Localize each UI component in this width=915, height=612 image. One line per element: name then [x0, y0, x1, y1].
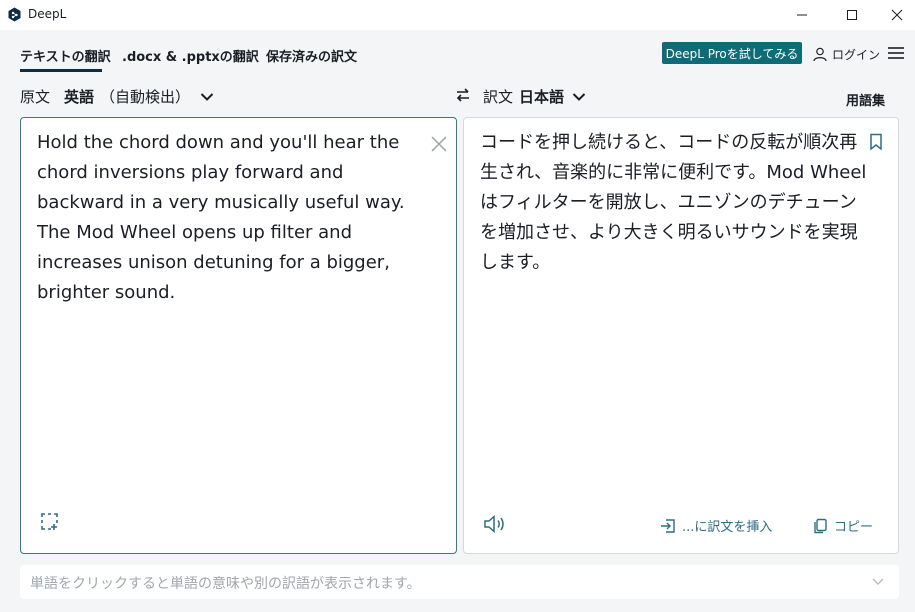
chevron-down-icon[interactable]	[871, 574, 885, 588]
chevron-down-icon	[572, 92, 586, 101]
source-text-input[interactable]: Hold the chord down and you'll hear the …	[37, 128, 422, 308]
translation-text: コードを押し続けると、コードの反転が順次再生され、音楽的に非常に便利です。Mod…	[480, 132, 867, 273]
area-select-icon[interactable]	[41, 513, 59, 531]
clear-text-icon[interactable]	[430, 135, 448, 153]
tab-document-translation[interactable]: .docx & .pptxの翻訳	[122, 46, 259, 65]
dictionary-bar[interactable]: 単語をクリックすると単語の意味や別の訳語が表示されます。	[20, 565, 899, 599]
source-label: 原文	[20, 88, 51, 106]
dictionary-placeholder: 単語をクリックすると単語の意味や別の訳語が表示されます。	[30, 576, 421, 592]
copy-button[interactable]: コピー	[812, 516, 873, 535]
title-bar: DeepL	[0, 0, 915, 30]
close-window-button[interactable]	[874, 0, 915, 30]
tab-text-translation[interactable]: テキストの翻訳	[20, 46, 111, 65]
chevron-down-icon	[200, 92, 214, 101]
close-icon	[891, 9, 903, 21]
user-icon	[813, 47, 827, 62]
target-language-selector[interactable]: 訳文 日本語	[483, 86, 586, 107]
auto-detect-label: （自動検出）	[100, 88, 191, 106]
bookmark-icon[interactable]	[869, 133, 883, 151]
language-bar: 原文 英語 （自動検出） 訳文 日本語 用語集	[0, 80, 915, 114]
copy-label: コピー	[834, 520, 874, 535]
source-language: 英語	[64, 88, 95, 106]
maximize-icon	[847, 10, 857, 20]
source-text-panel[interactable]: Hold the chord down and you'll hear the …	[20, 117, 457, 554]
try-pro-button[interactable]: DeepL Proを試してみる	[662, 42, 802, 64]
swap-languages-icon[interactable]	[455, 87, 471, 103]
target-language: 日本語	[519, 88, 565, 106]
copy-icon	[814, 518, 827, 533]
login-button[interactable]: ログイン	[812, 44, 880, 64]
app-title: DeepL	[28, 7, 67, 21]
minimize-icon	[797, 14, 807, 16]
tab-saved-translations[interactable]: 保存済みの訳文	[266, 46, 357, 65]
insert-translation-button[interactable]: ...に訳文を挿入	[660, 516, 772, 535]
maximize-button[interactable]	[829, 0, 875, 30]
insert-label: ...に訳文を挿入	[682, 520, 773, 535]
login-label: ログイン	[832, 47, 881, 62]
deepl-logo-icon	[8, 7, 21, 22]
target-label: 訳文	[483, 88, 514, 106]
glossary-button[interactable]: 用語集	[846, 90, 885, 109]
top-nav: テキストの翻訳 .docx & .pptxの翻訳 保存済みの訳文 DeepL P…	[0, 30, 915, 74]
minimize-button[interactable]	[779, 0, 825, 30]
active-tab-indicator	[20, 69, 102, 72]
speaker-icon[interactable]	[483, 514, 507, 534]
insert-icon	[661, 518, 675, 533]
hamburger-menu-icon[interactable]	[887, 45, 905, 61]
source-language-selector[interactable]: 原文 英語 （自動検出）	[20, 86, 214, 107]
translation-panel: コードを押し続けると、コードの反転が順次再生され、音楽的に非常に便利です。Mod…	[463, 117, 899, 554]
